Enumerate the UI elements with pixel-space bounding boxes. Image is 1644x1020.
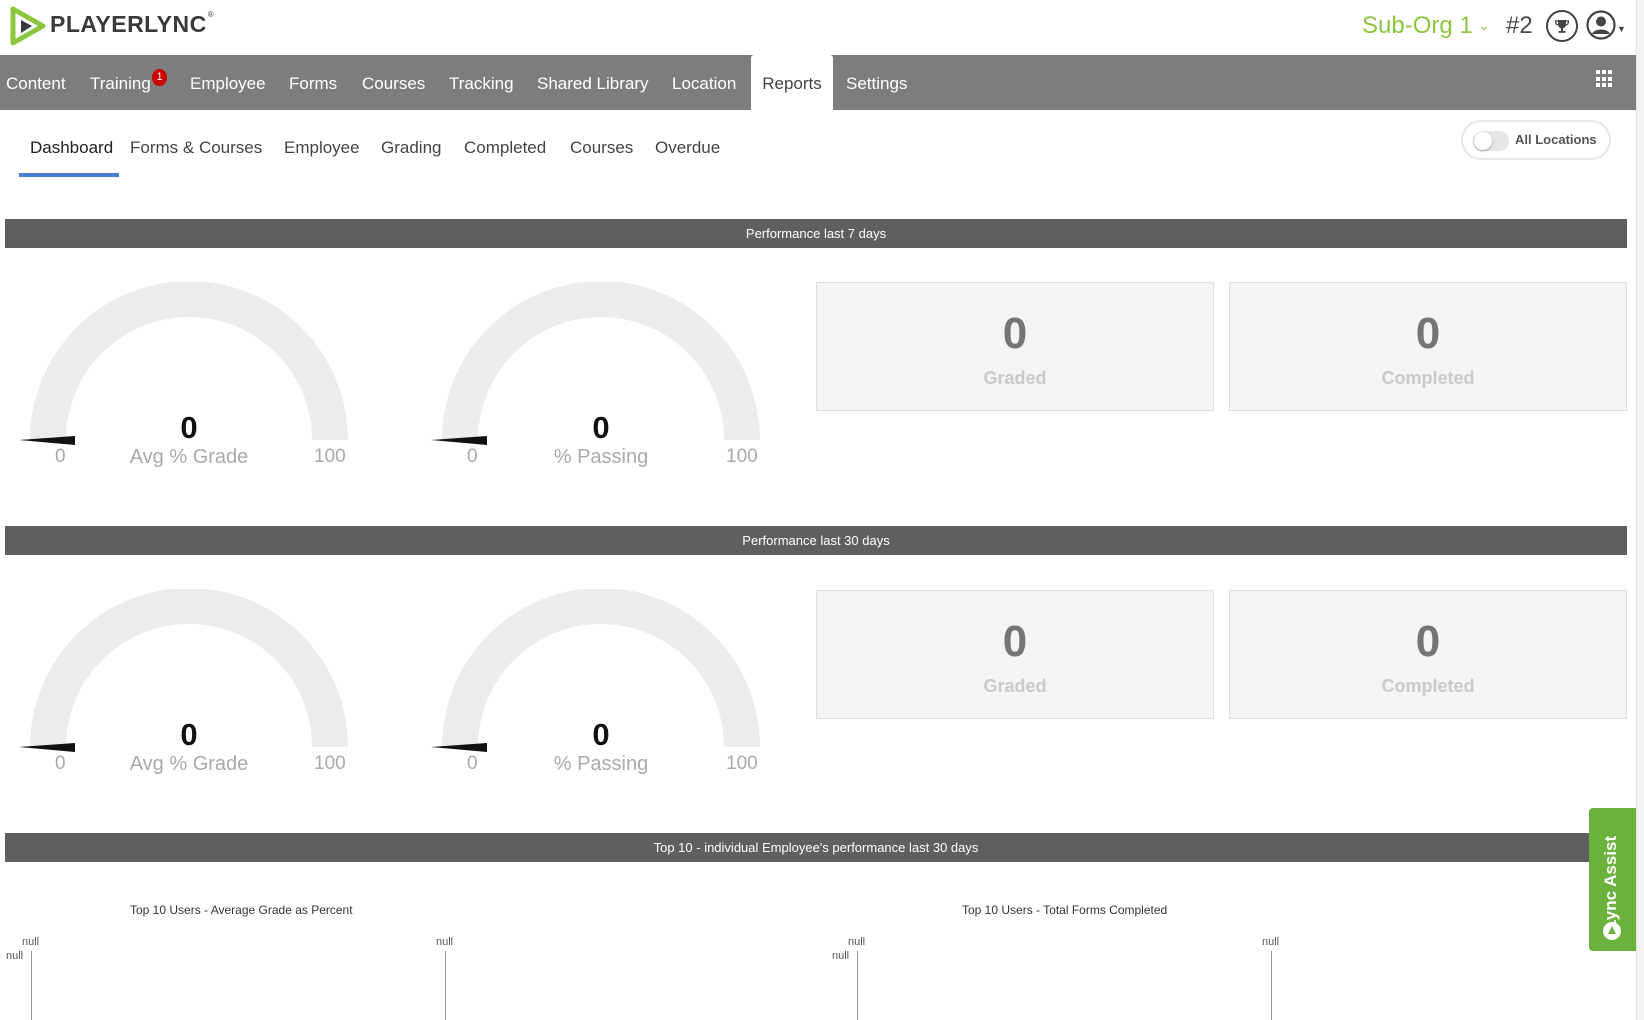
tab-courses[interactable]: Courses (570, 138, 633, 158)
gauge-passing-30: 0 % Passing 0 100 (431, 589, 771, 789)
performance-30-days-header: Performance last 30 days (5, 526, 1627, 555)
main-nav: Content Training 1 Employee Forms Course… (0, 55, 1636, 110)
org-selector[interactable]: Sub-Org 1 ⌄ (1362, 12, 1490, 40)
active-tab-indicator (19, 173, 119, 177)
chart-axis-line (31, 951, 32, 1020)
gauge-value: 0 (180, 410, 198, 445)
chart-axis-line (1271, 951, 1272, 1020)
gauge-max: 100 (726, 753, 758, 774)
tab-overdue[interactable]: Overdue (655, 138, 720, 158)
nav-forms[interactable]: Forms (283, 55, 343, 110)
completed-stat-30: 0 Completed (1229, 590, 1627, 719)
null-label: null (848, 936, 866, 948)
completed-count: 0 (1415, 617, 1441, 666)
tab-forms-courses[interactable]: Forms & Courses (130, 138, 262, 158)
user-avatar-icon[interactable] (1586, 10, 1616, 40)
tab-grading[interactable]: Grading (381, 138, 441, 158)
nav-courses[interactable]: Courses (356, 55, 431, 110)
graded-stat-7: 0 Graded (816, 282, 1214, 411)
all-locations-label: All Locations (1515, 132, 1597, 147)
logo-play-icon (10, 6, 46, 46)
nav-content[interactable]: Content (0, 55, 72, 110)
gauge-min: 0 (467, 753, 478, 774)
graded-label: Graded (983, 676, 1047, 696)
completed-stat-7: 0 Completed (1229, 282, 1627, 411)
graded-count: 0 (1002, 617, 1028, 666)
logo-text: PLAYERLYNC (50, 10, 207, 37)
gauge-max: 100 (726, 446, 758, 467)
gauge-avg-grade-30: 0 Avg % Grade 0 100 (19, 589, 359, 789)
gauge-label: % Passing (553, 446, 649, 468)
lync-assist-label: Lync Assist (1601, 835, 1620, 930)
org-name: Sub-Org 1 (1362, 12, 1473, 39)
graded-stat-30: 0 Graded (816, 590, 1214, 719)
lync-assist-button[interactable]: Lync Assist (1589, 808, 1636, 951)
caret-down-icon[interactable]: ▼ (1617, 24, 1626, 34)
null-label: null (1262, 936, 1280, 948)
tab-dashboard[interactable]: Dashboard (30, 138, 113, 158)
graded-label: Graded (983, 368, 1047, 388)
completed-count: 0 (1415, 309, 1441, 358)
training-notification-badge: 1 (152, 69, 167, 86)
graded-count: 0 (1002, 309, 1028, 358)
gauge-max: 100 (314, 446, 346, 467)
gauge-min: 0 (55, 446, 66, 467)
nav-location[interactable]: Location (666, 55, 742, 110)
nav-settings[interactable]: Settings (840, 55, 913, 110)
performance-7-days-header: Performance last 7 days (5, 219, 1627, 248)
null-label: null (6, 950, 24, 962)
toggle-switch[interactable] (1473, 131, 1509, 151)
gauge-label: Avg % Grade (129, 753, 249, 775)
leaderboard-rank[interactable]: #2 (1506, 12, 1533, 40)
gauge-value: 0 (592, 410, 610, 445)
completed-label: Completed (1381, 368, 1475, 388)
gauge-avg-grade-7: 0 Avg % Grade 0 100 (19, 282, 359, 482)
gauge-min: 0 (467, 446, 478, 467)
gauge-value: 0 (180, 717, 198, 752)
gauge-value: 0 (592, 717, 610, 752)
top-header: PLAYERLYNC ® Sub-Org 1 ⌄ #2 ▼ (0, 0, 1644, 55)
completed-label: Completed (1381, 676, 1475, 696)
null-label: null (436, 936, 454, 948)
trophy-icon[interactable] (1546, 10, 1578, 42)
gauge-passing-7: 0 % Passing 0 100 (431, 282, 771, 482)
chart-axis-line (445, 951, 446, 1020)
nav-shared-library[interactable]: Shared Library (531, 55, 655, 110)
page-scrollbar[interactable] (1636, 0, 1644, 1020)
top10-header: Top 10 - individual Employee's performan… (5, 833, 1627, 862)
nav-employee[interactable]: Employee (184, 55, 272, 110)
gauge-max: 100 (314, 753, 346, 774)
all-locations-toggle[interactable]: All Locations (1461, 120, 1611, 160)
playerlync-logo[interactable]: PLAYERLYNC ® (10, 6, 214, 46)
nav-reports[interactable]: Reports (751, 55, 833, 110)
chart-axis-line (857, 951, 858, 1020)
chevron-down-icon: ⌄ (1478, 18, 1490, 33)
tab-completed[interactable]: Completed (464, 138, 546, 158)
tab-employee[interactable]: Employee (284, 138, 360, 158)
null-label: null (832, 950, 850, 962)
gauge-label: % Passing (553, 753, 649, 775)
gauge-min: 0 (55, 753, 66, 774)
nav-tracking[interactable]: Tracking (443, 55, 520, 110)
assist-icon (1603, 922, 1621, 940)
chart-forms-completed-title: Top 10 Users - Total Forms Completed (962, 903, 1168, 917)
logo-registered: ® (207, 9, 214, 19)
nav-training[interactable]: Training (84, 55, 157, 110)
null-label: null (22, 936, 40, 948)
chart-avg-grade-title: Top 10 Users - Average Grade as Percent (130, 903, 353, 917)
gauge-label: Avg % Grade (129, 446, 249, 468)
grid-icon[interactable] (1596, 70, 1614, 88)
